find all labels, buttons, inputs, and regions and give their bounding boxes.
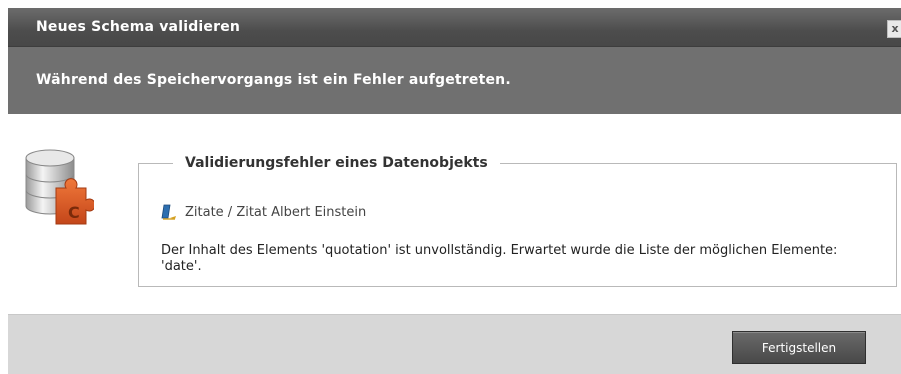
data-object-path: Zitate / Zitat Albert Einstein — [185, 204, 367, 220]
dialog-content: C Validierungsfehler eines Datenobjekts … — [8, 114, 901, 314]
document-pen-icon — [161, 204, 176, 220]
database-puzzle-icon: C — [25, 149, 94, 225]
data-object-entry: Zitate / Zitat Albert Einstein — [161, 203, 366, 221]
finish-button[interactable]: Fertigstellen — [732, 331, 866, 364]
validation-error-legend: Validierungsfehler eines Datenobjekts — [185, 155, 488, 171]
dialog-title: Neues Schema validieren — [36, 19, 241, 35]
validation-error-message: Der Inhalt des Elements 'quotation' ist … — [161, 243, 838, 274]
dialog-titlebar[interactable]: Neues Schema validieren x — [8, 8, 901, 47]
error-banner: Während des Speichervorgangs ist ein Feh… — [8, 47, 901, 114]
error-banner-message: Während des Speichervorgangs ist ein Feh… — [36, 72, 511, 88]
close-icon[interactable]: x — [887, 20, 901, 38]
svg-text:C: C — [68, 203, 80, 222]
dialog-footer: Fertigstellen — [8, 314, 901, 374]
schema-validation-dialog: Neues Schema validieren x Während des Sp… — [8, 8, 901, 374]
validation-error-group: Validierungsfehler eines Datenobjekts Zi… — [138, 155, 897, 287]
